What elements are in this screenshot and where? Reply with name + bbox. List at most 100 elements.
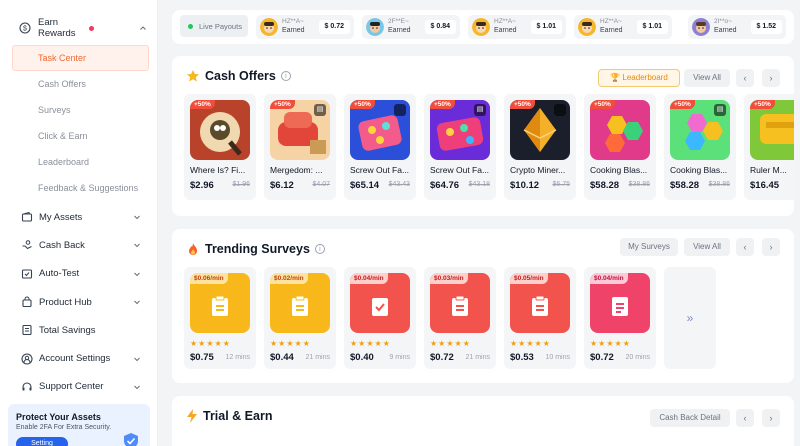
offer-image: +50% (190, 100, 250, 160)
sub-item-click-earn[interactable]: Click & Earn (0, 123, 157, 149)
offer-card[interactable]: +50% ▤ Screw Out Fa... $64.76 $43.18 (424, 94, 496, 200)
sub-item-surveys[interactable]: Surveys (0, 97, 157, 123)
leaderboard-button[interactable]: 🏆 Leaderboard (598, 69, 680, 87)
live-payouts-badge: Live Payouts (180, 15, 248, 37)
fire-icon (186, 242, 200, 256)
offer-name: Screw Out Fa... (350, 165, 410, 175)
checklist-icon (372, 298, 388, 316)
setting-button[interactable]: Setting (16, 437, 68, 446)
prev-arrow-button[interactable]: ‹ (736, 69, 754, 87)
offer-card[interactable]: +50% Ruler M... $16.45 (744, 94, 794, 200)
offer-name: Screw Out Fa... (430, 165, 490, 175)
rating-stars: ★★★★★ (510, 339, 551, 348)
offer-card[interactable]: +50% Cooking Blas... $58.28 $38.86 (584, 94, 656, 200)
payout-amount: $ 0.72 (318, 20, 350, 34)
sub-item-task-center[interactable]: Task Center (12, 45, 149, 71)
view-all-button[interactable]: View All (684, 69, 730, 87)
offer-old-price: $6.75 (552, 181, 570, 188)
next-arrow-button[interactable]: › (762, 69, 780, 87)
survey-card[interactable]: $0.04/min ★★★★★ $0.40 9 mins (344, 267, 416, 369)
offer-card[interactable]: +50% Crypto Miner... $10.12 $6.75 (504, 94, 576, 200)
bonus-badge: +50% (750, 100, 775, 109)
sub-item-leaderboard[interactable]: Leaderboard (0, 149, 157, 175)
nav-label: My Assets (39, 211, 83, 223)
survey-price: $0.53 (510, 352, 534, 363)
nav-cash-back[interactable]: Cash Back (0, 231, 157, 259)
survey-price: $0.40 (350, 352, 374, 363)
document-icon (612, 297, 628, 316)
payout-earned-label: Earned (494, 27, 517, 34)
offer-price: $6.12 (270, 180, 294, 191)
survey-image: $0.05/min (510, 273, 570, 333)
protect-title: Protect Your Assets (16, 412, 101, 422)
info-icon[interactable]: i (280, 71, 291, 81)
view-all-button[interactable]: View All (684, 238, 730, 256)
payout-name: HZ**A~ (282, 18, 304, 25)
survey-card[interactable]: $0.06/min ★★★★★ $0.75 12 mins (184, 267, 256, 369)
android-icon: ▤ (714, 104, 726, 116)
offer-card[interactable]: +50% ▤ Cooking Blas... $58.28 $38.86 (664, 94, 736, 200)
bonus-badge: +50% (270, 100, 295, 109)
offer-image: +50% (750, 100, 794, 160)
survey-card[interactable]: $0.04/min ★★★★★ $0.72 20 mins (584, 267, 656, 369)
offer-image: +50% ▤ (430, 100, 490, 160)
offer-price: $58.28 (590, 180, 620, 191)
offer-card[interactable]: +50% ▤ Mergedom: ... $6.12 $4.07 (264, 94, 336, 200)
nav-earn-rewards[interactable]: $ Earn Rewards (0, 15, 157, 41)
apple-icon (554, 104, 566, 116)
nav-product-hub[interactable]: Product Hub (0, 288, 157, 316)
survey-image: $0.03/min (430, 273, 490, 333)
survey-rate-badge: $0.04/min (590, 273, 628, 284)
survey-duration: 10 mins (545, 354, 570, 361)
nav-auto-test[interactable]: Auto-Test (0, 260, 157, 288)
offer-card[interactable]: +50% Where Is? Fi... $2.96 $1.96 (184, 94, 256, 200)
chevron-down-icon (133, 383, 141, 391)
cash-back-detail-button[interactable]: Cash Back Detail (650, 409, 730, 427)
protect-description: Enable 2FA For Extra Security. (16, 424, 112, 431)
nav-label: Product Hub (39, 296, 92, 308)
offer-name: Cooking Blas... (590, 165, 648, 175)
info-icon[interactable]: i (314, 244, 325, 254)
payout-item: HZ**A~ Earned $ 0.72 (256, 15, 354, 39)
android-icon: ▤ (314, 104, 326, 116)
protect-assets-card: Protect Your Assets Enable 2FA For Extra… (8, 404, 150, 446)
bag-icon (21, 296, 33, 308)
nav-label: Total Savings (39, 324, 96, 336)
nav-account-settings[interactable]: Account Settings (0, 344, 157, 372)
payout-name: 2F**E~ (388, 18, 409, 25)
next-arrow-button[interactable]: › (762, 409, 780, 427)
survey-card[interactable]: $0.03/min ★★★★★ $0.72 21 mins (424, 267, 496, 369)
sub-item-feedback[interactable]: Feedback & Suggestions (0, 175, 157, 201)
bonus-badge: +50% (430, 100, 455, 109)
nav-total-savings[interactable]: Total Savings (0, 316, 157, 344)
payout-amount: $ 0.84 (424, 20, 456, 34)
survey-card[interactable]: $0.02/min ★★★★★ $0.44 21 mins (264, 267, 336, 369)
offer-name: Where Is? Fi... (190, 165, 246, 175)
offer-name: Mergedom: ... (270, 165, 323, 175)
notification-dot (88, 25, 94, 31)
avatar (472, 18, 490, 36)
next-arrow-button[interactable]: › (762, 238, 780, 256)
section-title-text: Cash Offers (205, 69, 276, 83)
clipboard-icon (292, 295, 308, 316)
survey-price: $0.72 (430, 352, 454, 363)
offer-card[interactable]: +50% Screw Out Fa... $65.14 $43.43 (344, 94, 416, 200)
payout-earned-label: Earned (282, 27, 305, 34)
clipboard-icon (452, 295, 468, 316)
payout-item: HZ**A~ Earned $ 1.01 (468, 15, 566, 39)
survey-card[interactable]: $0.05/min ★★★★★ $0.53 10 mins (504, 267, 576, 369)
prev-arrow-button[interactable]: ‹ (736, 409, 754, 427)
nav-my-assets[interactable]: My Assets (0, 203, 157, 231)
offer-price: $65.14 (350, 180, 380, 191)
nav-support-center[interactable]: Support Center (0, 373, 157, 401)
more-surveys-button[interactable]: » (664, 267, 716, 369)
chevron-up-icon[interactable] (139, 24, 147, 32)
payout-name: HZ**A~ (494, 18, 516, 25)
my-surveys-button[interactable]: My Surveys (620, 238, 678, 256)
sub-item-cash-offers[interactable]: Cash Offers (0, 71, 157, 97)
chevron-down-icon (133, 355, 141, 363)
rating-stars: ★★★★★ (350, 339, 391, 348)
bonus-badge: +50% (510, 100, 535, 109)
prev-arrow-button[interactable]: ‹ (736, 238, 754, 256)
survey-price: $0.72 (590, 352, 614, 363)
